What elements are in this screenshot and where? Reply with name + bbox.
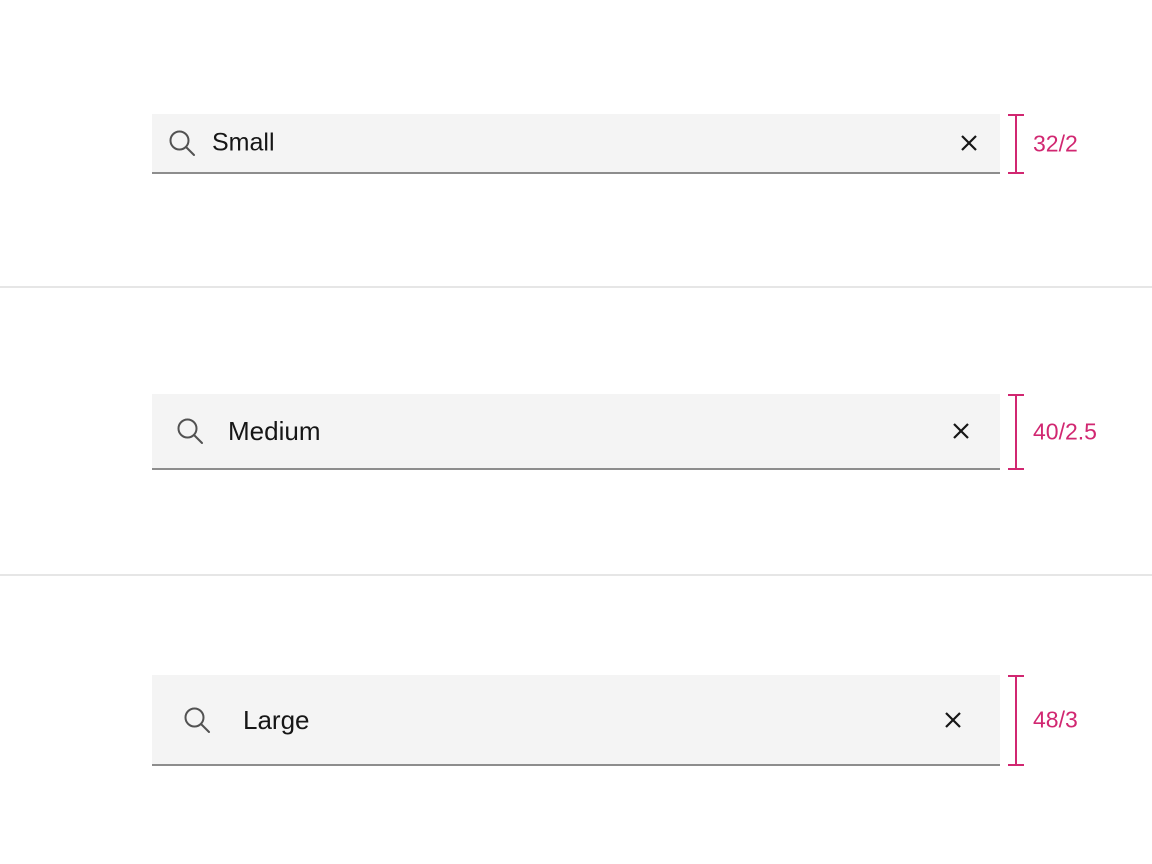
close-icon[interactable] [950, 420, 972, 442]
search-input[interactable]: Small [212, 130, 275, 156]
height-annotation-large [1008, 675, 1024, 766]
search-icon [177, 418, 203, 444]
search-medium[interactable]: Medium [152, 394, 1000, 470]
divider [0, 574, 1152, 576]
height-annotation-medium [1008, 394, 1024, 470]
search-input[interactable]: Medium [228, 418, 320, 444]
size-label-small: 32/2 [1033, 130, 1078, 157]
search-large[interactable]: Large [152, 675, 1000, 766]
close-icon[interactable] [958, 132, 980, 154]
search-icon [184, 707, 210, 733]
search-icon [169, 130, 195, 156]
search-small[interactable]: Small [152, 114, 1000, 174]
size-label-medium: 40/2.5 [1033, 418, 1097, 445]
search-input[interactable]: Large [243, 707, 310, 733]
divider [0, 286, 1152, 288]
size-label-large: 48/3 [1033, 706, 1078, 733]
height-annotation-small [1008, 114, 1024, 174]
close-icon[interactable] [942, 709, 964, 731]
